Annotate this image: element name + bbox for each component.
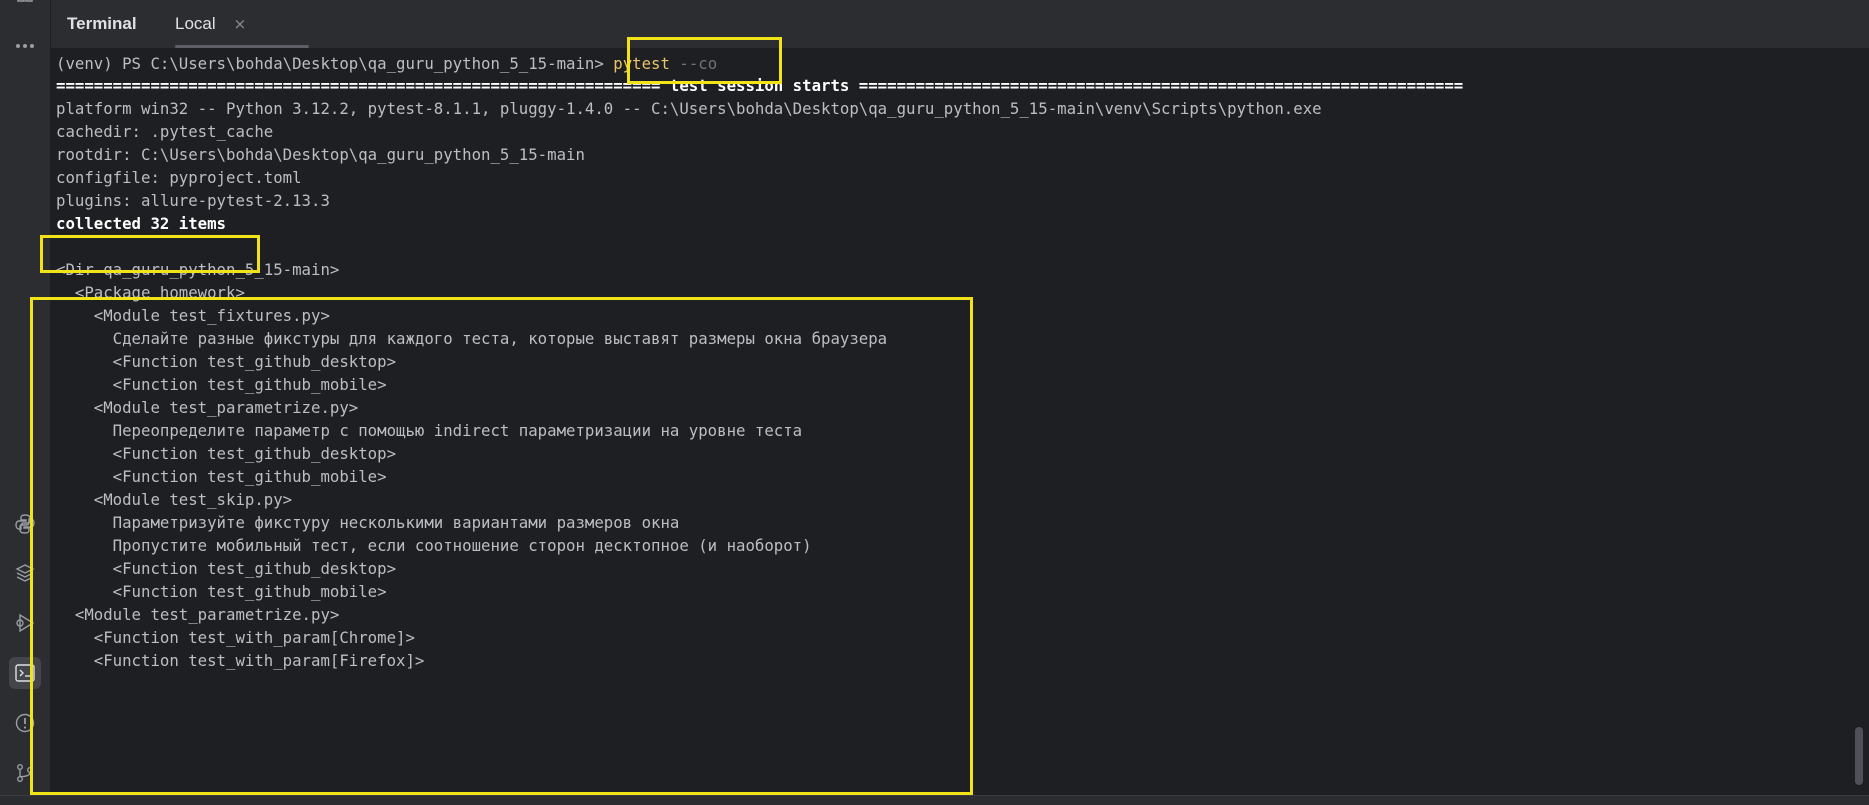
tree-line: <Function test_with_param[Firefox]> bbox=[56, 651, 425, 670]
toolwindow-title: Terminal bbox=[67, 14, 137, 33]
tree-line: Параметризуйте фикстуру несколькими вари… bbox=[56, 513, 680, 532]
tree-line: Сделайте разные фикстуры для каждого тес… bbox=[56, 329, 888, 348]
tree-line: <Function test_github_mobile> bbox=[56, 582, 387, 601]
tree-line: Пропустите мобильный тест, если соотноше… bbox=[56, 536, 812, 555]
ide-window: Terminal Local × (venv) PS C:\Users\bohd… bbox=[0, 0, 1869, 805]
command-flag: --co bbox=[679, 54, 718, 73]
tree-line: <Function test_github_mobile> bbox=[56, 375, 387, 394]
tab-local[interactable]: Local × bbox=[175, 0, 309, 48]
terminal-output[interactable]: (venv) PS C:\Users\bohda\Desktop\qa_guru… bbox=[51, 49, 1869, 795]
output-line: cachedir: .pytest_cache bbox=[56, 122, 274, 141]
layers-icon[interactable] bbox=[9, 557, 41, 589]
vertical-scrollbar[interactable] bbox=[1855, 727, 1863, 785]
tree-line: <Function test_github_desktop> bbox=[56, 559, 397, 578]
terminal-tabbar: Terminal Local × bbox=[51, 0, 1869, 49]
git-icon[interactable] bbox=[9, 757, 41, 789]
output-line: configfile: pyproject.toml bbox=[56, 168, 302, 187]
tree-line: <Function test_github_mobile> bbox=[56, 467, 387, 486]
tool-strip bbox=[0, 0, 51, 805]
prompt: (venv) PS C:\Users\bohda\Desktop\qa_guru… bbox=[56, 54, 604, 73]
tree-line: Переопределите параметр с помощью indire… bbox=[56, 421, 803, 440]
layout-icon[interactable] bbox=[9, 0, 41, 18]
python-icon[interactable] bbox=[9, 508, 41, 540]
tree-line: <Function test_github_desktop> bbox=[56, 352, 397, 371]
tree-line: <Module test_parametrize.py> bbox=[56, 398, 359, 417]
tree-line: <Module test_fixtures.py> bbox=[56, 306, 330, 325]
problems-icon[interactable] bbox=[9, 707, 41, 739]
tree-line: <Package homework> bbox=[56, 283, 245, 302]
close-icon[interactable]: × bbox=[234, 15, 247, 33]
tab-label: Local bbox=[175, 14, 216, 33]
tree-line: <Module test_skip.py> bbox=[56, 490, 293, 509]
tab-active-indicator bbox=[175, 45, 309, 48]
terminal-icon[interactable] bbox=[9, 657, 41, 689]
command: pytest bbox=[613, 54, 670, 73]
output-line: rootdir: C:\Users\bohda\Desktop\qa_guru_… bbox=[56, 145, 585, 164]
tree-line: <Module test_parametrize.py> bbox=[56, 605, 340, 624]
run-icon[interactable] bbox=[9, 607, 41, 639]
tree-line: <Function test_github_desktop> bbox=[56, 444, 397, 463]
status-bar bbox=[0, 795, 1869, 805]
output-line: platform win32 -- Python 3.12.2, pytest-… bbox=[56, 99, 1322, 118]
more-icon[interactable] bbox=[9, 30, 41, 62]
tree-line: <Dir qa_guru_python_5_15-main> bbox=[56, 260, 340, 279]
prompt-line: (venv) PS C:\Users\bohda\Desktop\qa_guru… bbox=[56, 54, 717, 74]
tree-line: <Function test_with_param[Chrome]> bbox=[56, 628, 415, 647]
output-line: ========================================… bbox=[56, 76, 1464, 95]
output-line: plugins: allure-pytest-2.13.3 bbox=[56, 191, 330, 210]
collected-count-line: collected 32 items bbox=[56, 214, 227, 233]
